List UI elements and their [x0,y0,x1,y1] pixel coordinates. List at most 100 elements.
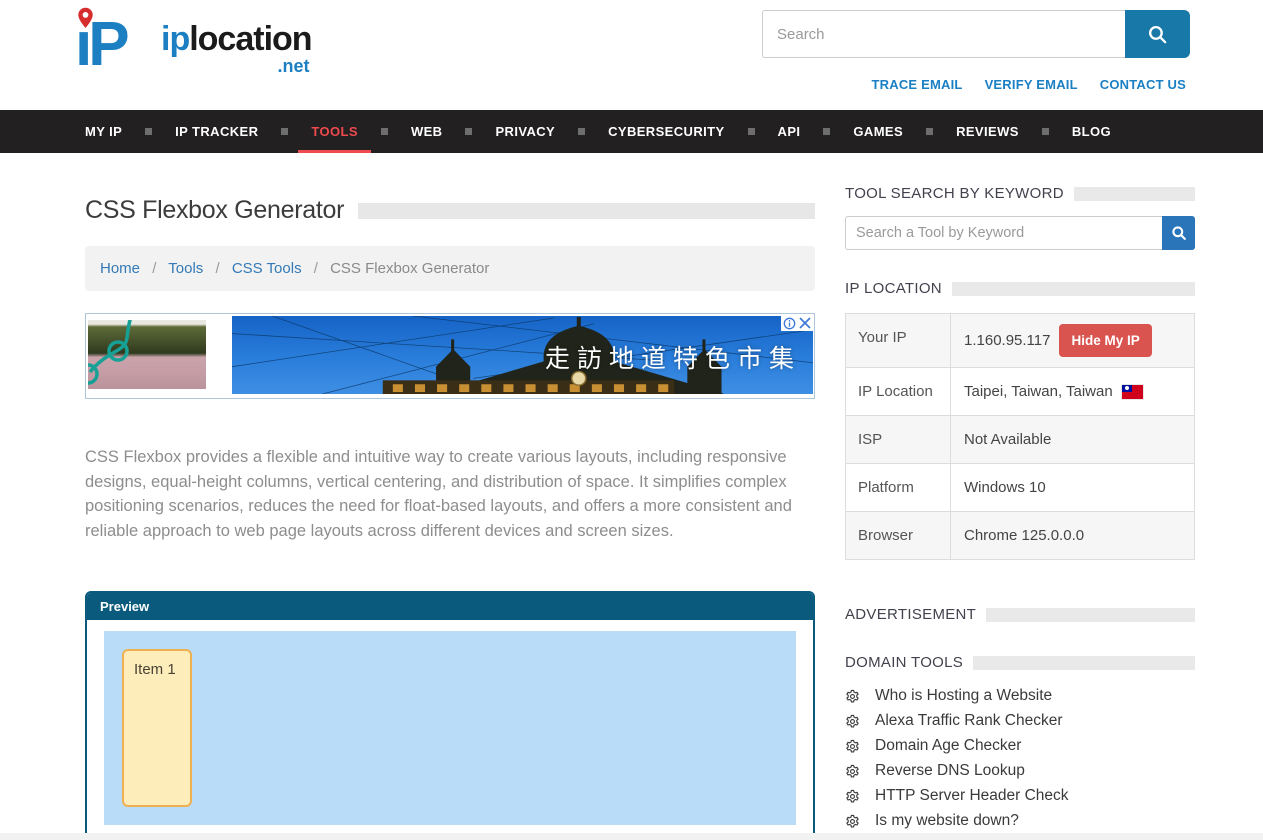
site-header: ıP iplocation .net [0,0,1263,110]
isp-value: Not Available [964,431,1051,448]
breadcrumb-current: CSS Flexbox Generator [330,260,489,277]
logo-text-location: location [189,20,311,58]
nav-item-tools[interactable]: TOOLS [311,110,358,153]
preview-panel-body: Item 1 [87,620,813,840]
list-item[interactable]: Who is Hosting a Website [845,687,1195,705]
breadcrumb-separator: / [314,260,318,277]
logo-mark-icon: ıP [75,8,155,90]
row-label: IP Location [846,368,951,415]
preview-panel: Preview Item 1 [85,591,815,840]
row-label: ISP [846,416,951,463]
nav-item-web[interactable]: WEB [411,110,443,153]
your-ip-value: 1.160.95.117 [964,332,1050,349]
domain-tools-heading: DOMAIN TOOLS [845,654,1195,671]
logo-text-ip: ip [161,20,189,58]
breadcrumb-tools[interactable]: Tools [168,260,203,277]
ip-location-heading-label: IP LOCATION [845,280,942,297]
tool-search-bar [845,216,1195,250]
list-item[interactable]: Alexa Traffic Rank Checker [845,712,1195,730]
advertisement-heading-label: ADVERTISEMENT [845,606,976,623]
breadcrumb-css-tools[interactable]: CSS Tools [232,260,302,277]
list-item[interactable]: HTTP Server Header Check [845,787,1195,805]
ad-banner[interactable]: 走訪地道特色市集 [85,313,815,399]
ip-location-heading: IP LOCATION [845,280,1195,297]
nav-item-blog[interactable]: BLOG [1072,110,1111,153]
nav-item-cybersecurity[interactable]: CYBERSECURITY [608,110,724,153]
heading-decorative-bar [986,608,1195,622]
site-search-input[interactable] [762,10,1125,58]
main-nav: MY IP IP TRACKER TOOLS WEB PRIVACY CYBER… [0,110,1263,153]
domain-tools-list: Who is Hosting a Website Alexa Traffic R… [845,687,1195,840]
contact-us-link[interactable]: CONTACT US [1100,77,1186,92]
site-search-bar [762,10,1190,58]
flexbox-preview-container: Item 1 [104,631,796,825]
table-row: ISP Not Available [846,416,1194,464]
nav-item-privacy[interactable]: PRIVACY [495,110,555,153]
nav-item-reviews[interactable]: REVIEWS [956,110,1019,153]
tool-link-website-down[interactable]: Is my website down? [875,812,1019,830]
ad-info-icon[interactable] [781,315,797,331]
ad-close-icon[interactable] [797,315,813,331]
table-row: Your IP 1.160.95.117 Hide My IP [846,314,1194,368]
footer-strip [0,833,1263,840]
page: ıP iplocation .net [0,0,1263,840]
tool-link-hosting[interactable]: Who is Hosting a Website [875,687,1052,705]
ad-route-line-graphic [88,320,206,389]
heading-decorative-bar [1074,187,1195,201]
nav-separator [465,128,472,135]
nav-item-my-ip[interactable]: MY IP [85,110,122,153]
table-row: IP Location Taipei, Taiwan, Taiwan [846,368,1194,416]
site-search-button[interactable] [1125,10,1190,58]
logo[interactable]: ıP iplocation .net [75,8,312,90]
nav-separator [1042,128,1049,135]
breadcrumb-home[interactable]: Home [100,260,140,277]
title-row: CSS Flexbox Generator [85,196,815,225]
content: CSS Flexbox Generator Home / Tools / CSS… [0,153,1263,840]
ad-main-image: 走訪地道特色市集 [232,316,813,394]
logo-text: iplocation .net [161,22,312,77]
nav-separator [926,128,933,135]
ip-location-table: Your IP 1.160.95.117 Hide My IP IP Locat… [845,313,1195,560]
nav-separator [748,128,755,135]
header-right: TRACE EMAIL VERIFY EMAIL CONTACT US [762,10,1190,92]
nav-item-games[interactable]: GAMES [853,110,903,153]
nav-separator [823,128,830,135]
nav-item-api[interactable]: API [778,110,801,153]
nav-separator [145,128,152,135]
gear-icon [845,689,860,704]
heading-decorative-bar [973,656,1195,670]
trace-email-link[interactable]: TRACE EMAIL [872,77,963,92]
tool-description: CSS Flexbox provides a flexible and intu… [85,445,815,543]
advertisement-heading: ADVERTISEMENT [845,606,1195,623]
tool-search-input[interactable] [845,216,1162,250]
ip-location-value: Taipei, Taiwan, Taiwan [964,383,1113,400]
hide-my-ip-button[interactable]: Hide My IP [1059,324,1151,357]
gear-icon [845,764,860,779]
preview-panel-header: Preview [87,593,813,620]
list-item[interactable]: Reverse DNS Lookup [845,762,1195,780]
ad-overlay-text: 走訪地道特色市集 [545,339,801,375]
heading-decorative-bar [952,282,1195,296]
search-icon [1147,24,1168,45]
table-row: Browser Chrome 125.0.0.0 [846,512,1194,559]
tool-link-reverse-dns[interactable]: Reverse DNS Lookup [875,762,1025,780]
search-icon [1171,225,1187,241]
tool-link-http-header[interactable]: HTTP Server Header Check [875,787,1069,805]
taiwan-flag-icon [1122,385,1143,399]
nav-item-ip-tracker[interactable]: IP TRACKER [175,110,258,153]
browser-value: Chrome 125.0.0.0 [964,527,1084,544]
verify-email-link[interactable]: VERIFY EMAIL [985,77,1078,92]
tool-link-domain-age[interactable]: Domain Age Checker [875,737,1021,755]
nav-separator [381,128,388,135]
breadcrumb-separator: / [152,260,156,277]
list-item[interactable]: Is my website down? [845,812,1195,830]
row-label: Platform [846,464,951,511]
ad-controls [781,315,813,331]
tool-search-heading: TOOL SEARCH BY KEYWORD [845,185,1195,202]
list-item[interactable]: Domain Age Checker [845,737,1195,755]
sidebar: TOOL SEARCH BY KEYWORD IP LOCATION Your … [845,153,1195,840]
main-column: CSS Flexbox Generator Home / Tools / CSS… [85,153,815,840]
tool-search-button[interactable] [1162,216,1195,250]
tool-link-alexa-rank[interactable]: Alexa Traffic Rank Checker [875,712,1063,730]
gear-icon [845,814,860,829]
